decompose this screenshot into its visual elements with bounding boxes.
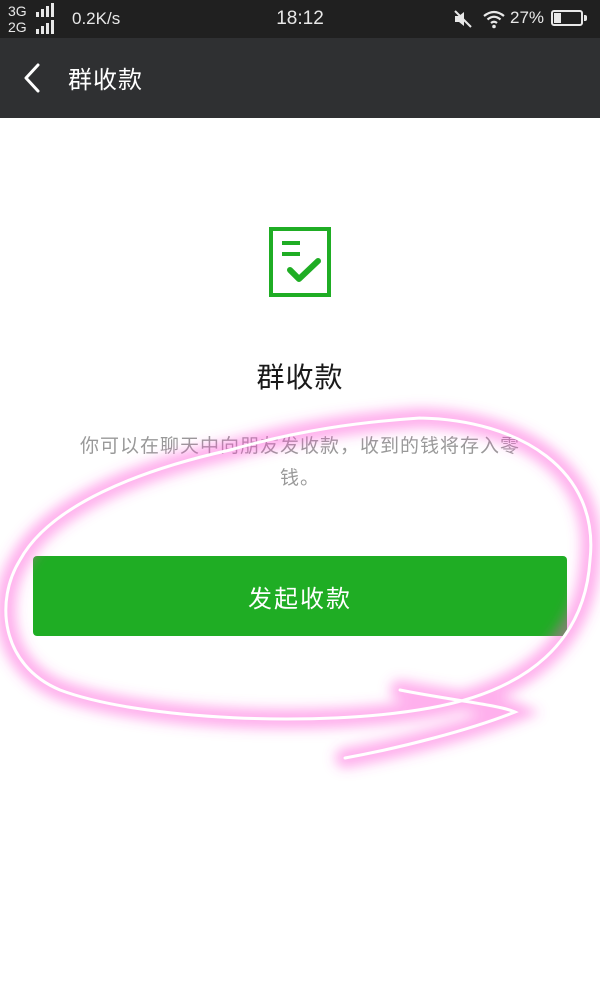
nav-bar: 群收款 — [0, 38, 600, 118]
chevron-left-icon — [24, 63, 40, 93]
page-heading: 群收款 — [256, 361, 344, 394]
start-collection-button[interactable]: 发起收款 — [33, 556, 567, 636]
nav-title: 群收款 — [68, 66, 143, 94]
description-text: 你可以在聊天中向朋友发收款，收到的钱将存入零钱。 — [79, 435, 520, 489]
battery-icon — [551, 10, 587, 26]
battery-percent: 27% — [510, 8, 545, 27]
status-bar: 3G 2G 0.2K/s 18:12 27% — [0, 0, 600, 38]
highlight-annotation — [0, 408, 600, 768]
receipt-check-icon — [269, 227, 331, 297]
mute-icon — [454, 10, 472, 28]
back-button[interactable] — [14, 58, 54, 98]
battery-fill — [554, 13, 562, 23]
wifi-icon — [483, 10, 505, 29]
